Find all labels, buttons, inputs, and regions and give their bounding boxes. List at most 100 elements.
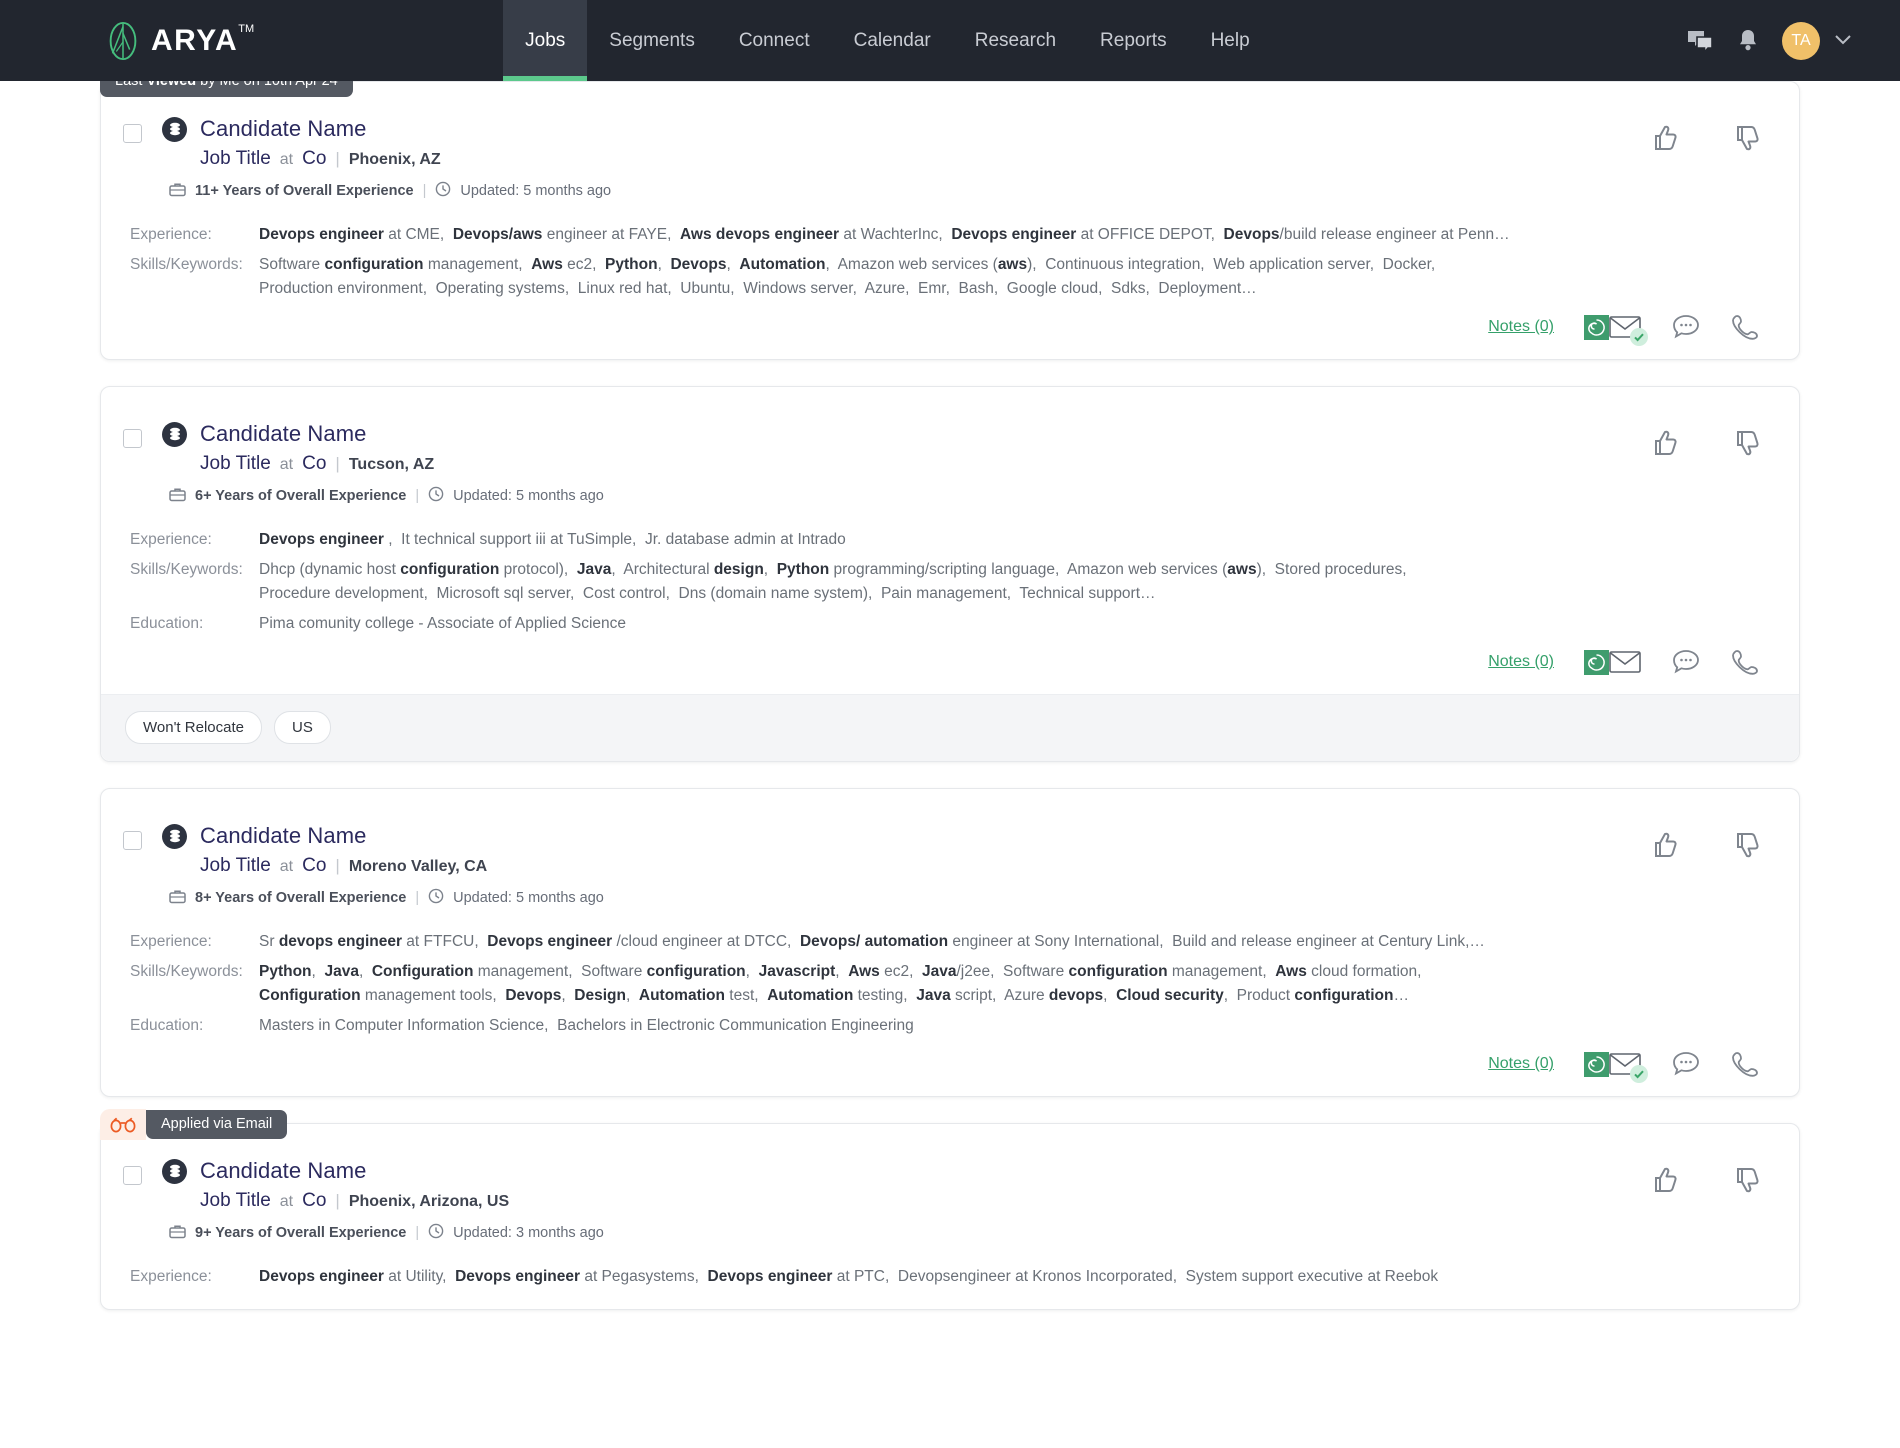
nav-item-segments[interactable]: Segments	[587, 0, 717, 81]
message-bubble-icon[interactable]	[1671, 1050, 1701, 1078]
experience-label: Experience:	[123, 1265, 259, 1289]
nav-label-help: Help	[1211, 30, 1250, 52]
thumbs-down-icon[interactable]	[1725, 423, 1765, 468]
years-of-experience: 11+ Years of Overall Experience	[195, 183, 414, 199]
clock-icon	[428, 888, 444, 908]
briefcase-icon	[169, 181, 186, 201]
phone-call-icon[interactable]	[1731, 313, 1759, 341]
chevron-down-icon[interactable]	[1834, 31, 1852, 51]
candidate-meta-line: 8+ Years of Overall Experience | Updated…	[162, 888, 1623, 908]
card-badge-row: Applied via Email	[100, 1109, 287, 1140]
vote-controls	[1643, 421, 1765, 468]
thumbs-down-icon[interactable]	[1725, 1160, 1765, 1205]
ai-email-button[interactable]	[1584, 315, 1641, 340]
candidate-tags-bar: Won't Relocate US	[101, 694, 1799, 761]
candidate-details: Experience: Sr devops engineer at FTFCU,…	[123, 930, 1765, 1038]
phone-call-icon[interactable]	[1731, 648, 1759, 676]
thumbs-up-icon[interactable]	[1643, 1160, 1683, 1205]
thumbs-up-icon[interactable]	[1643, 825, 1683, 870]
skills-label: Skills/Keywords:	[123, 558, 259, 606]
nav-label-reports: Reports	[1100, 30, 1167, 52]
message-bubble-icon[interactable]	[1671, 648, 1701, 676]
ai-spiral-icon	[1584, 1052, 1609, 1077]
tag-wont-relocate[interactable]: Won't Relocate	[125, 711, 262, 744]
message-bubble-icon[interactable]	[1671, 313, 1701, 341]
applied-via-email-badge: Applied via Email	[146, 1110, 287, 1140]
thumbs-down-icon[interactable]	[1725, 118, 1765, 163]
candidate-name[interactable]: Candidate Name	[200, 116, 367, 142]
nav-item-connect[interactable]: Connect	[717, 0, 832, 81]
updated-timestamp: Updated: 5 months ago	[453, 488, 604, 504]
candidate-title-line: Job Title at Co | Phoenix, AZ	[162, 148, 1623, 170]
candidate-name[interactable]: Candidate Name	[200, 823, 367, 849]
experience-row: Experience: Devops engineer , It technic…	[123, 528, 1765, 552]
candidate-header-row: Candidate Name Job Title at Co | Phoenix…	[123, 116, 1765, 201]
email-sent-check-icon	[1630, 1065, 1648, 1083]
email-sent-check-icon	[1630, 328, 1648, 346]
select-candidate-checkbox[interactable]	[123, 429, 142, 448]
candidate-location: Tucson, AZ	[349, 456, 434, 474]
nav-right-actions: TA	[1686, 0, 1900, 81]
nav-item-jobs[interactable]: Jobs	[503, 0, 587, 81]
select-candidate-checkbox[interactable]	[123, 831, 142, 850]
select-candidate-checkbox[interactable]	[123, 1166, 142, 1185]
education-label: Education:	[123, 1014, 259, 1038]
skills-row: Skills/Keywords: Software configuration …	[123, 253, 1765, 301]
experience-row: Experience: Sr devops engineer at FTFCU,…	[123, 930, 1765, 954]
notes-link[interactable]: Notes (0)	[1488, 653, 1554, 671]
candidate-card-body: Candidate Name Job Title at Co | Phoenix…	[101, 1124, 1799, 1309]
candidate-company: Co	[302, 453, 326, 475]
ai-email-button[interactable]	[1584, 650, 1641, 675]
candidate-card[interactable]: Candidate Name Job Title at Co | Moreno …	[100, 788, 1800, 1097]
candidate-meta-line: 6+ Years of Overall Experience | Updated…	[162, 486, 1623, 506]
meta-divider: |	[415, 890, 419, 906]
card-action-row: Notes (0)	[123, 1044, 1765, 1082]
candidate-title-line: Job Title at Co | Moreno Valley, CA	[162, 855, 1623, 877]
skills-row: Skills/Keywords: Dhcp (dynamic host conf…	[123, 558, 1765, 606]
candidate-avatar-icon	[162, 1159, 187, 1184]
select-candidate-checkbox[interactable]	[123, 124, 142, 143]
years-of-experience: 6+ Years of Overall Experience	[195, 488, 406, 504]
candidate-details: Experience: Devops engineer at CME, Devo…	[123, 223, 1765, 301]
vote-controls	[1643, 116, 1765, 163]
candidate-card[interactable]: Candidate Name Job Title at Co | Phoenix…	[100, 1123, 1800, 1310]
experience-label: Experience:	[123, 223, 259, 247]
nav-item-research[interactable]: Research	[953, 0, 1078, 81]
nav-item-calendar[interactable]: Calendar	[832, 0, 953, 81]
notes-link[interactable]: Notes (0)	[1488, 1055, 1554, 1073]
card-action-row: Notes (0)	[123, 307, 1765, 345]
tag-us[interactable]: US	[274, 711, 331, 744]
primary-nav-items: Jobs Segments Connect Calendar Research …	[503, 0, 1272, 81]
notes-link[interactable]: Notes (0)	[1488, 318, 1554, 336]
years-of-experience: 9+ Years of Overall Experience	[195, 1225, 406, 1241]
thumbs-down-icon[interactable]	[1725, 825, 1765, 870]
candidate-card[interactable]: Candidate Name Job Title at Co | Phoenix…	[100, 81, 1800, 360]
phone-call-icon[interactable]	[1731, 1050, 1759, 1078]
at-word: at	[280, 151, 293, 169]
binoculars-icon	[100, 1109, 146, 1140]
experience-label: Experience:	[123, 930, 259, 954]
updated-timestamp: Updated: 5 months ago	[460, 183, 611, 199]
candidate-card-body: Candidate Name Job Title at Co | Tucson,…	[101, 387, 1799, 694]
thumbs-up-icon[interactable]	[1643, 423, 1683, 468]
education-value: Masters in Computer Information Science,…	[259, 1014, 1765, 1038]
candidate-card-body: Candidate Name Job Title at Co | Phoenix…	[101, 82, 1799, 359]
candidate-avatar-icon	[162, 422, 187, 447]
candidate-name[interactable]: Candidate Name	[200, 421, 367, 447]
skills-value: Software configuration management, Aws e…	[259, 253, 1765, 301]
ai-email-button[interactable]	[1584, 1052, 1641, 1077]
candidate-job-title: Job Title	[200, 855, 271, 877]
ai-spiral-icon	[1584, 315, 1609, 340]
brand-logo-area[interactable]: ARYATM	[0, 0, 238, 81]
nav-item-help[interactable]: Help	[1189, 0, 1272, 81]
clock-icon	[428, 486, 444, 506]
education-label: Education:	[123, 612, 259, 636]
avatar[interactable]: TA	[1782, 22, 1820, 60]
chat-bubbles-icon[interactable]	[1686, 29, 1714, 53]
nav-label-calendar: Calendar	[854, 30, 931, 52]
nav-item-reports[interactable]: Reports	[1078, 0, 1189, 81]
candidate-name[interactable]: Candidate Name	[200, 1158, 367, 1184]
thumbs-up-icon[interactable]	[1643, 118, 1683, 163]
notification-bell-icon[interactable]	[1736, 28, 1760, 54]
candidate-card[interactable]: Candidate Name Job Title at Co | Tucson,…	[100, 386, 1800, 762]
